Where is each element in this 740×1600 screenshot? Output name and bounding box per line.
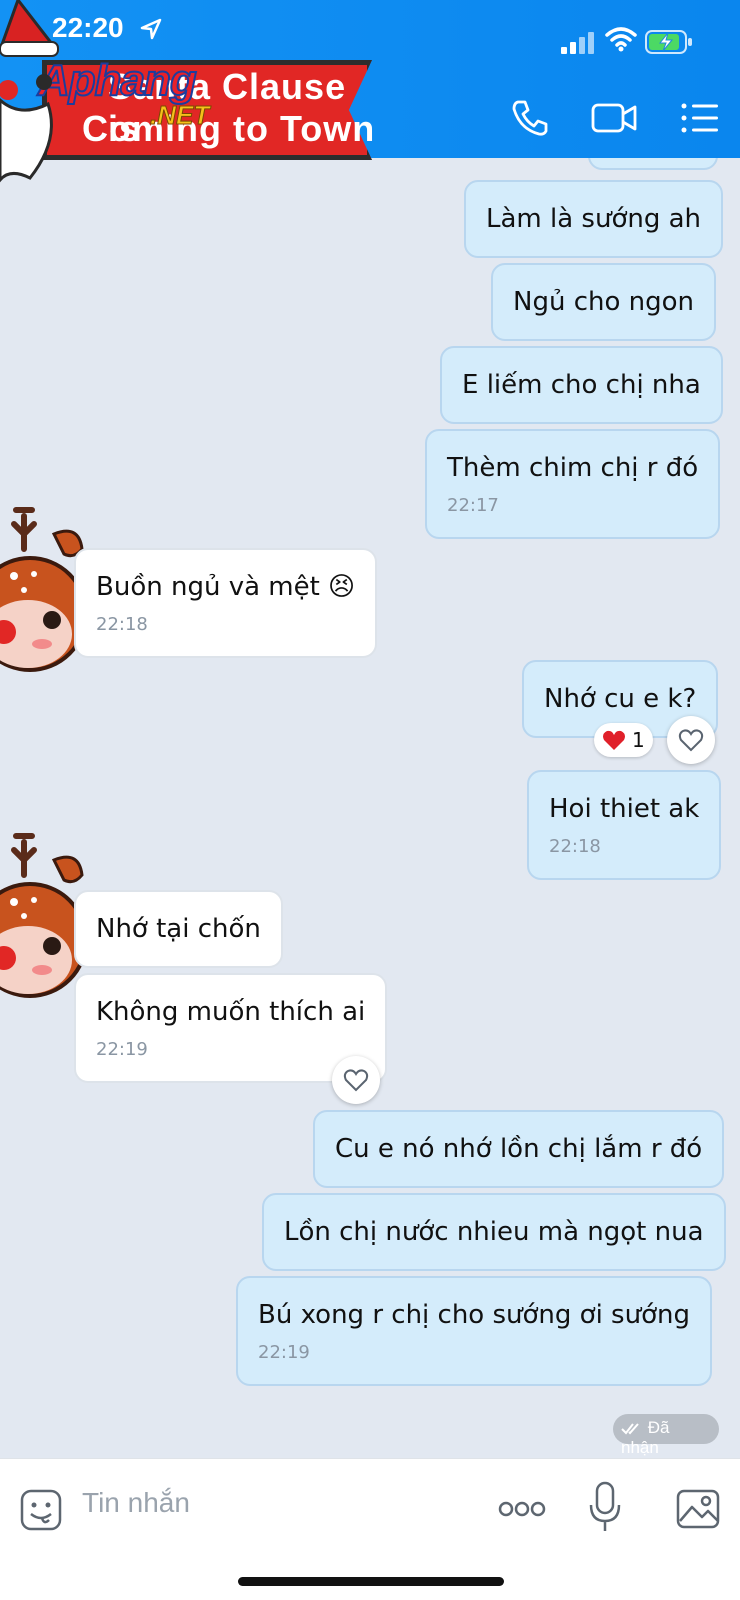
heart-outline-icon	[678, 729, 704, 752]
react-heart-button[interactable]	[332, 1056, 380, 1104]
message-bubble-outgoing[interactable]: Cu e nó nhớ lồn chị lắm r đó	[313, 1110, 725, 1188]
message-text: Hoi thiet ak	[549, 794, 700, 824]
message-timestamp: 22:19	[96, 1039, 148, 1060]
message-text: Không muốn thích ai	[96, 997, 366, 1027]
reaction-count: 1	[632, 728, 645, 752]
message-bubble-incoming[interactable]: Buồn ngủ và mệt 😣 22:18	[74, 548, 378, 658]
video-camera-icon[interactable]	[590, 96, 638, 140]
reindeer-avatar-icon[interactable]	[0, 494, 84, 694]
message-list[interactable]: Làm là sướng ah Ngủ cho ngon E liếm cho …	[0, 138, 740, 1458]
message-timestamp: 22:18	[549, 836, 601, 857]
message-bubble-outgoing[interactable]: Làm là sướng ah	[464, 180, 724, 258]
message-text: Nhớ cu e k?	[544, 684, 697, 714]
message-text: Lồn chị nước nhieu mà ngọt nua	[284, 1217, 704, 1247]
message-text: Buồn ngủ và mệt 😣	[96, 572, 356, 602]
message-text: Thèm chim chị r đó	[447, 453, 699, 483]
cellular-signal-icon	[561, 32, 594, 54]
message-bubble-outgoing[interactable]: Ngủ cho ngon	[491, 263, 717, 341]
message-timestamp: 22:17	[447, 495, 499, 516]
wifi-icon	[605, 27, 637, 52]
reindeer-avatar-icon[interactable]	[0, 820, 84, 1020]
message-text: E liếm cho chị nha	[462, 370, 701, 400]
battery-charging-icon	[645, 30, 692, 54]
message-text: Làm là sướng ah	[486, 204, 702, 234]
message-text: Cu e nó nhớ lồn chị lắm r đó	[335, 1134, 703, 1164]
santa-banner-sticker: Santa Clause is Coming to Town Aphang .N…	[0, 0, 380, 183]
reaction-count-badge[interactable]: 1	[594, 723, 653, 757]
message-bubble-outgoing[interactable]: E liếm cho chị nha	[440, 346, 723, 424]
message-input[interactable]: Tin nhắn	[82, 1487, 190, 1519]
message-bubble-outgoing[interactable]: Bú xong r chị cho sướng ơi sướng 22:19	[236, 1276, 712, 1386]
message-bubble-incoming[interactable]: Nhớ tại chốn	[74, 890, 283, 968]
message-text: Ngủ cho ngon	[513, 287, 695, 317]
image-gallery-icon[interactable]	[676, 1489, 720, 1529]
message-bubble-outgoing[interactable]: Hoi thiet ak 22:18	[527, 770, 722, 880]
banner-line-2: Coming to Town	[82, 108, 376, 149]
message-text: Nhớ tại chốn	[96, 914, 261, 944]
message-timestamp: 22:19	[258, 1342, 310, 1363]
react-heart-button[interactable]	[667, 716, 715, 764]
microphone-icon[interactable]	[588, 1481, 622, 1533]
santa-icon	[0, 0, 59, 183]
red-heart-icon	[603, 730, 625, 750]
message-text: Bú xong r chị cho sướng ơi sướng	[258, 1300, 690, 1330]
home-indicator[interactable]	[238, 1577, 504, 1586]
phone-icon[interactable]	[508, 96, 552, 140]
double-check-icon	[621, 1422, 639, 1435]
message-bubble-outgoing[interactable]: Lồn chị nước nhieu mà ngọt nua	[262, 1193, 726, 1271]
watermark-logo-sub: .NET	[149, 100, 210, 131]
sticker-icon[interactable]	[20, 1489, 62, 1531]
more-options-icon[interactable]	[498, 1499, 546, 1519]
heart-outline-icon	[343, 1069, 369, 1092]
message-timestamp: 22:18	[96, 614, 148, 635]
message-bubble-outgoing[interactable]: Thèm chim chị r đó 22:17	[425, 429, 721, 539]
list-menu-icon[interactable]	[680, 96, 720, 140]
received-status-badge: Đã nhận	[613, 1414, 719, 1457]
